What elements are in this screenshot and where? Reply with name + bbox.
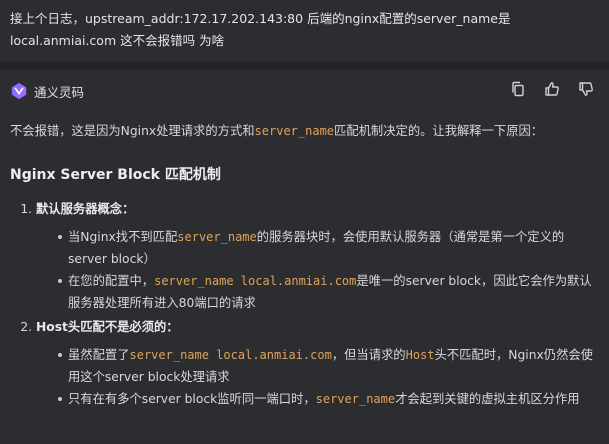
inline-code: server_name local.anmiai.com [129,348,332,362]
list-item: Host头匹配不是必须的： 虽然配置了server_name local.anm… [36,316,600,410]
reply-header: 通义灵码 [10,80,599,102]
thumbs-up-button[interactable] [543,80,561,98]
bullet-item: 当Nginx找不到匹配server_name的服务器块时，会使用默认服务器（通常… [58,226,600,270]
agent-name: 通义灵码 [34,84,85,100]
bullet-text: 在您的配置中， [68,274,155,288]
bullet-text: 才会起到关键的虚拟主机区分作用 [395,392,580,406]
bullet-item: 虽然配置了server_name local.anmiai.com，但当请求的H… [58,344,600,388]
thumbs-up-icon [545,82,559,96]
section-heading: Nginx Server Block 匹配机制 [10,167,221,183]
inline-code: server_name local.anmiai.com [154,274,357,288]
thumbs-down-icon [579,82,593,96]
inline-code: Host [405,348,435,362]
inline-code: server_name [315,392,396,406]
bullet-text: ，但当请求的 [331,348,406,362]
bullet-item: 在您的配置中，server_name local.anmiai.com是唯一的s… [58,270,600,314]
thumbs-down-button[interactable] [577,80,595,98]
intro-post: 匹配机制决定的。让我解释一下原因： [334,124,544,138]
list-item-title: Host头匹配不是必须的： [36,320,179,334]
inline-code: server_name [177,230,257,244]
user-message-text: 接上个日志，upstream_addr:172.17.202.143:80 后端… [10,11,511,48]
copy-icon [512,81,524,97]
intro-pre: 不会报错，这是因为Nginx处理请求的方式和 [10,124,255,138]
bullet-item: 只有在有多个server block监听同一端口时，server_name才会起… [58,388,600,410]
bullet-text: 只有在有多个server block监听同一端口时， [68,392,316,406]
reply-content: 不会报错，这是因为Nginx处理请求的方式和server_name匹配机制决定的… [10,120,600,412]
inline-code: server_name [254,124,335,138]
copy-button[interactable] [509,80,527,98]
list-item-title: 默认服务器概念： [36,202,135,216]
bullet-text: 当Nginx找不到匹配 [68,230,178,244]
ordered-list: 默认服务器概念： 当Nginx找不到匹配server_name的服务器块时，会使… [10,198,600,410]
assistant-reply: 通义灵码 不会报错，这是因为Nginx处理请求的方式和server_name匹配… [0,70,609,444]
tongyi-logo-icon [11,82,27,100]
bullet-list: 当Nginx找不到匹配server_name的服务器块时，会使用默认服务器（通常… [36,226,600,314]
reply-intro: 不会报错，这是因为Nginx处理请求的方式和server_name匹配机制决定的… [10,120,600,142]
bullet-list: 虽然配置了server_name local.anmiai.com，但当请求的H… [36,344,600,410]
list-item: 默认服务器概念： 当Nginx找不到匹配server_name的服务器块时，会使… [36,198,600,314]
bullet-text: 虽然配置了 [68,348,130,362]
message-divider [0,62,609,70]
reply-actions [509,80,595,98]
user-message: 接上个日志，upstream_addr:172.17.202.143:80 后端… [0,0,609,62]
